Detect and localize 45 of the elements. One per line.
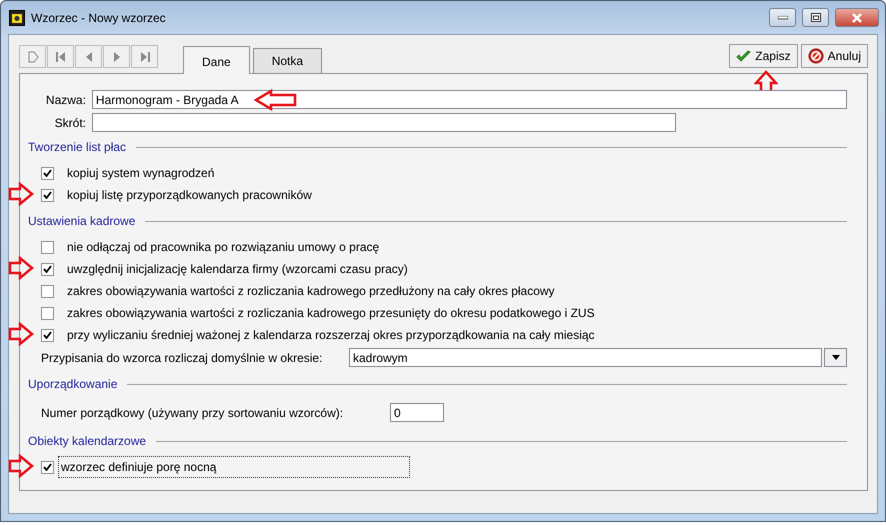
checkbox[interactable] <box>41 460 54 474</box>
checkbox-label: przy wyliczaniu średniej ważonej z kalendarza rozszerzaj okres przyporządkowania na cały miesiąc <box>66 327 596 344</box>
checkbox-label: zakres obowiązywania wartości z rozliczania kadrowego przedłużony na cały okres płacowy <box>66 283 556 300</box>
window-title: Wzorzec - Nowy wzorzec <box>31 10 166 26</box>
checkmark-icon <box>736 50 752 62</box>
tab[interactable]: Notka <box>252 48 322 73</box>
checkbox[interactable] <box>41 166 54 180</box>
tab[interactable]: Dane <box>183 46 250 74</box>
checkbox-label: uwzględnij inicjalizację kalendarza firmy (wzorcami czasu pracy) <box>66 261 409 278</box>
number-field[interactable]: 0 <box>390 403 444 422</box>
field-label: Przypisania do wzorca rozliczaj domyślnie w okresie: <box>41 350 324 366</box>
checkbox-label: kopiuj system wynagrodzeń <box>66 165 216 182</box>
section-title: Ustawienia kadrowe <box>28 213 136 230</box>
prohibited-icon <box>808 48 824 64</box>
checkbox-label: zakres obowiązywania wartości z rozliczania kadrowego przesunięty do okresu podatkowego i ZUS <box>66 305 596 322</box>
checkbox[interactable] <box>41 240 54 254</box>
field-label: Nazwa: <box>44 92 87 108</box>
checkbox[interactable] <box>41 306 54 320</box>
checkbox[interactable] <box>41 188 54 202</box>
checkbox[interactable] <box>41 284 54 298</box>
checkbox[interactable] <box>41 328 54 342</box>
caret-icon <box>832 355 840 360</box>
checkbox[interactable] <box>41 262 54 276</box>
section-title: Uporządkowanie <box>28 376 118 393</box>
dropdown-field[interactable]: kadrowym <box>349 348 822 367</box>
checkbox-label: wzorzec definiuje porę nocną <box>58 456 410 478</box>
section-title: Obiekty kalendarzowe <box>28 433 148 450</box>
new-record-icon <box>26 50 40 64</box>
field-label: Skrót: <box>54 114 87 132</box>
app-icon <box>9 10 25 26</box>
checkbox-label: kopiuj listę przyporządkowanych pracowników <box>66 187 313 204</box>
close-button[interactable] <box>835 8 879 27</box>
section-title: Tworzenie list płac <box>28 139 128 156</box>
first-record-icon <box>54 50 68 64</box>
maximize-button[interactable] <box>802 8 829 27</box>
close-icon <box>851 12 863 22</box>
text-field[interactable] <box>92 113 676 132</box>
minimize-icon <box>778 16 788 20</box>
field-label: Numer porządkowy (używany przy sortowaniu wzorców): <box>41 404 344 422</box>
minimize-button[interactable] <box>769 8 796 27</box>
text-field[interactable]: Harmonogram - Brygada A <box>92 90 847 109</box>
dropdown-button[interactable] <box>824 348 847 367</box>
maximize-icon <box>810 13 820 22</box>
checkbox-label: nie odłączaj od pracownika po rozwiązaniu umowy o pracę <box>66 239 380 256</box>
cancel-button[interactable]: Anuluj <box>800 44 868 68</box>
